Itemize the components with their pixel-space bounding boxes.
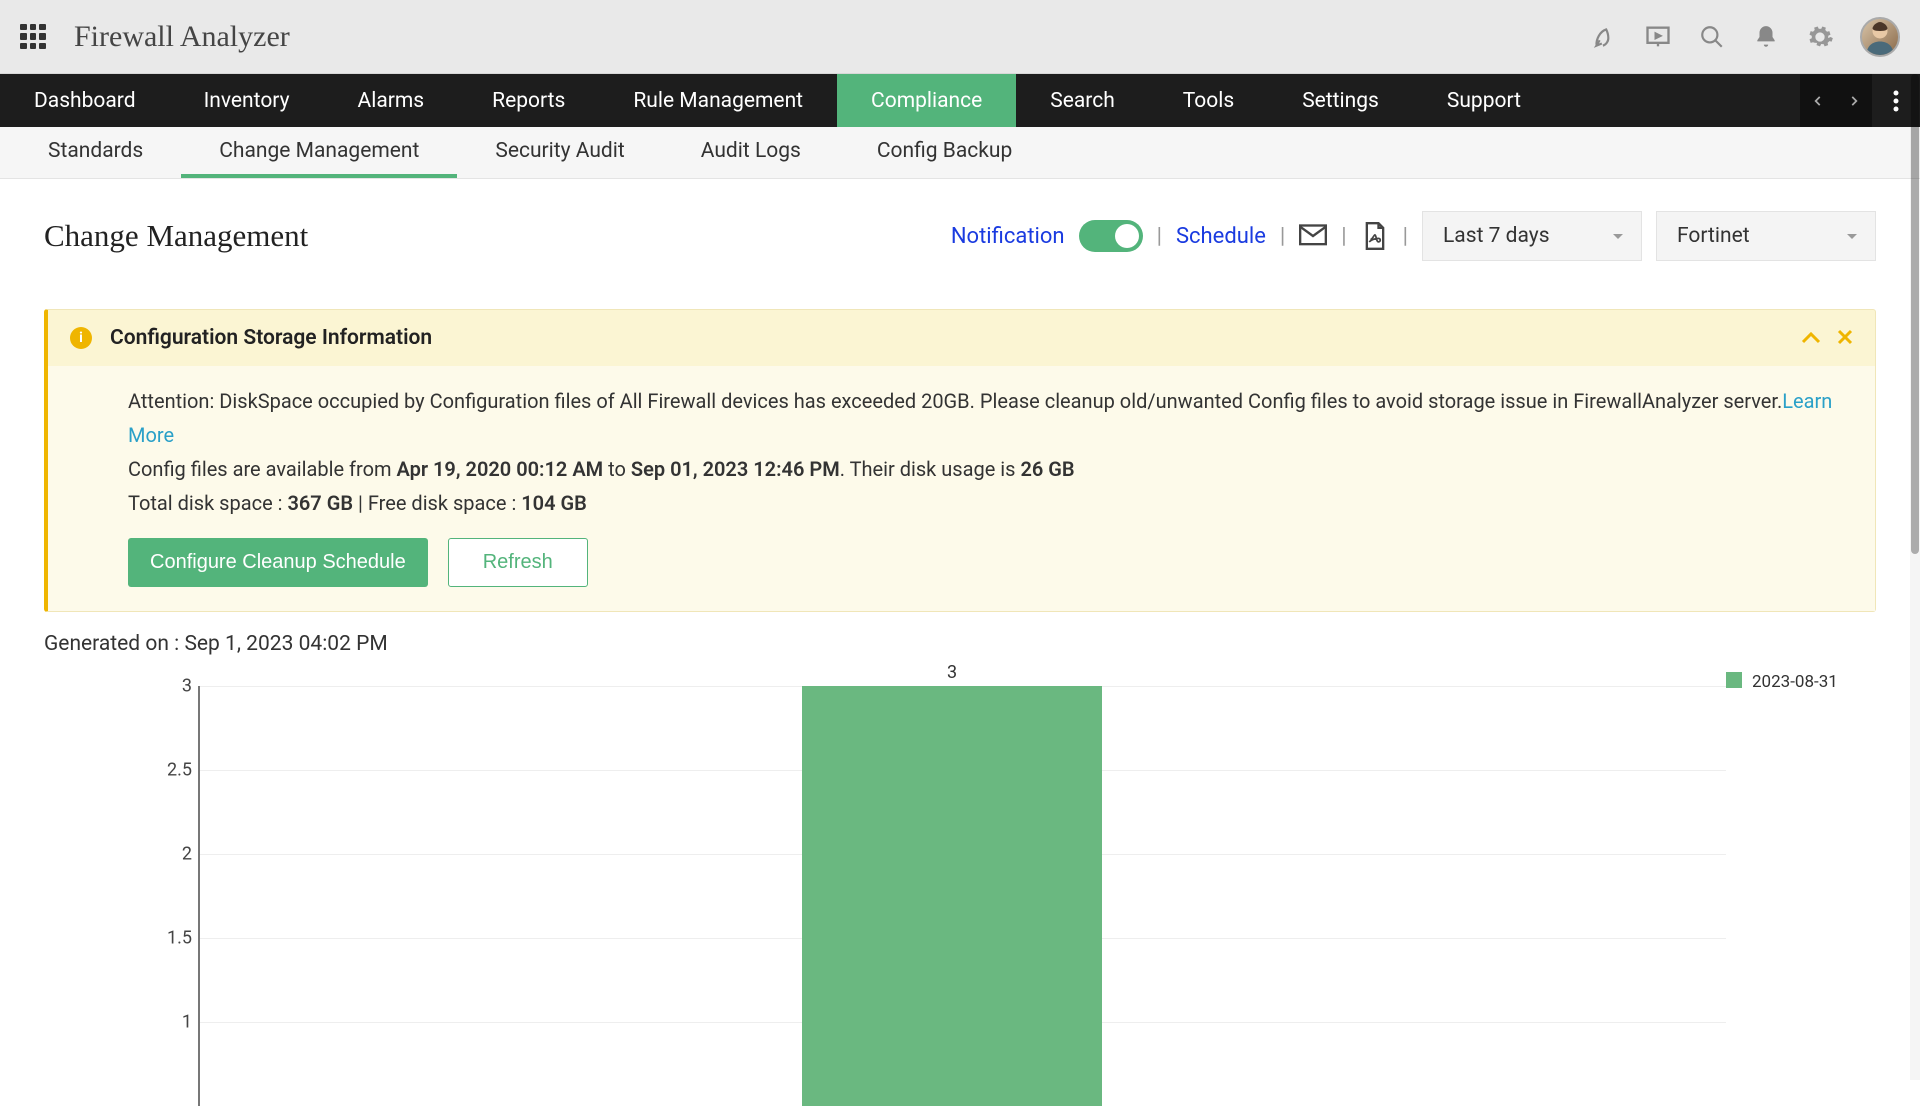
sub-nav: Standards Change Management Security Aud… bbox=[0, 127, 1920, 179]
separator: | bbox=[1157, 224, 1162, 249]
separator: | bbox=[1403, 224, 1408, 249]
refresh-button[interactable]: Refresh bbox=[448, 538, 588, 587]
tab-change-management[interactable]: Change Management bbox=[181, 127, 457, 178]
scrollbar[interactable] bbox=[1910, 74, 1920, 1080]
tab-standards[interactable]: Standards bbox=[10, 127, 181, 178]
device-dropdown[interactable]: Fortinet bbox=[1656, 211, 1876, 261]
search-icon[interactable] bbox=[1698, 23, 1726, 51]
nav-tools[interactable]: Tools bbox=[1149, 74, 1268, 127]
collapse-icon[interactable] bbox=[1801, 326, 1821, 350]
gear-icon[interactable] bbox=[1806, 23, 1834, 51]
user-avatar[interactable] bbox=[1860, 17, 1900, 57]
nav-compliance[interactable]: Compliance bbox=[837, 74, 1016, 127]
notification-toggle[interactable] bbox=[1079, 220, 1143, 252]
alert-title: Configuration Storage Information bbox=[110, 326, 432, 350]
page-content: Change Management Notification | Schedul… bbox=[0, 179, 1920, 1106]
topbar-right bbox=[1590, 17, 1900, 57]
bar-chart: 11.522.533 bbox=[44, 666, 1726, 1106]
nav-scroll-arrows bbox=[1800, 74, 1872, 127]
nav-inventory[interactable]: Inventory bbox=[170, 74, 324, 127]
generated-on: Generated on : Sep 1, 2023 04:02 PM bbox=[44, 632, 1876, 656]
legend-label: 2023-08-31 bbox=[1752, 672, 1838, 692]
scrollbar-thumb[interactable] bbox=[1911, 74, 1919, 554]
topbar: Firewall Analyzer bbox=[0, 0, 1920, 74]
apps-menu-icon[interactable] bbox=[20, 24, 46, 50]
rocket-icon[interactable] bbox=[1590, 23, 1618, 51]
legend-swatch bbox=[1726, 672, 1742, 688]
nav-reports[interactable]: Reports bbox=[458, 74, 599, 127]
notification-label: Notification bbox=[951, 224, 1065, 249]
nav-settings[interactable]: Settings bbox=[1268, 74, 1413, 127]
close-icon[interactable] bbox=[1837, 326, 1853, 350]
time-range-dropdown[interactable]: Last 7 days bbox=[1422, 211, 1642, 261]
tab-audit-logs[interactable]: Audit Logs bbox=[663, 127, 839, 178]
storage-alert: i Configuration Storage Information Atte… bbox=[44, 309, 1876, 612]
nav-rule-management[interactable]: Rule Management bbox=[599, 74, 837, 127]
presentation-icon[interactable] bbox=[1644, 23, 1672, 51]
nav-alarms[interactable]: Alarms bbox=[324, 74, 459, 127]
tab-security-audit[interactable]: Security Audit bbox=[457, 127, 662, 178]
separator: | bbox=[1341, 224, 1346, 249]
nav-search[interactable]: Search bbox=[1016, 74, 1149, 127]
alert-body: Attention: DiskSpace occupied by Configu… bbox=[48, 366, 1875, 611]
alert-header: i Configuration Storage Information bbox=[48, 310, 1875, 366]
nav-right-icon[interactable] bbox=[1836, 74, 1872, 127]
mail-icon[interactable] bbox=[1299, 222, 1327, 250]
chart-legend: 2023-08-31 bbox=[1726, 666, 1876, 1106]
info-icon: i bbox=[70, 327, 92, 349]
chart-area: 11.522.533 2023-08-31 bbox=[44, 666, 1876, 1106]
main-nav: Dashboard Inventory Alarms Reports Rule … bbox=[0, 74, 1920, 127]
alert-line-1: Attention: DiskSpace occupied by Configu… bbox=[128, 384, 1845, 452]
alert-line-3: Total disk space : 367 GB | Free disk sp… bbox=[128, 486, 1845, 520]
separator: | bbox=[1280, 224, 1285, 249]
nav-left-icon[interactable] bbox=[1800, 74, 1836, 127]
page-title: Change Management bbox=[44, 218, 308, 254]
schedule-link[interactable]: Schedule bbox=[1176, 224, 1266, 249]
pdf-icon[interactable] bbox=[1361, 222, 1389, 250]
page-header: Change Management Notification | Schedul… bbox=[44, 211, 1876, 261]
nav-dashboard[interactable]: Dashboard bbox=[0, 74, 170, 127]
bell-icon[interactable] bbox=[1752, 23, 1780, 51]
app-title: Firewall Analyzer bbox=[74, 20, 290, 54]
page-controls: Notification | Schedule | | | Last 7 day… bbox=[951, 211, 1876, 261]
cleanup-schedule-button[interactable]: Configure Cleanup Schedule bbox=[128, 538, 428, 587]
alert-line-2: Config files are available from Apr 19, … bbox=[128, 452, 1845, 486]
nav-support[interactable]: Support bbox=[1413, 74, 1555, 127]
tab-config-backup[interactable]: Config Backup bbox=[839, 127, 1050, 178]
